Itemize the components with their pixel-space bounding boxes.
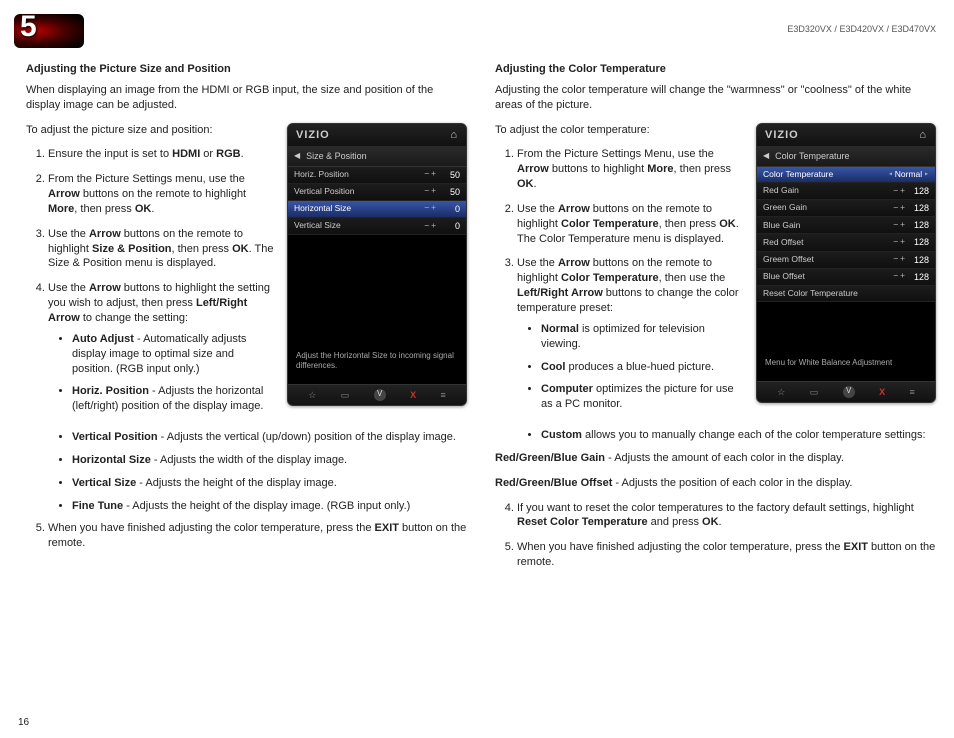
right-column: Adjusting the Color Temperature Adjustin… (495, 62, 936, 580)
left-column: Adjusting the Picture Size and Position … (26, 62, 467, 580)
right-lead: To adjust the color temperature: (495, 123, 746, 138)
osd2-row-reset: Reset Color Temperature (757, 286, 935, 302)
right-sub-gain: Red/Green/Blue Gain - Adjusts the amount… (495, 451, 936, 466)
plus-icon: + (431, 169, 436, 180)
right-bullet-computer: Computer optimizes the picture for use a… (541, 382, 746, 412)
chapter-badge: 5 (14, 14, 84, 48)
osd1-brand-bar: VIZIO ⌂ (288, 124, 466, 148)
osd1-row-horizontal-size: Horizontal Size −+0 (288, 201, 466, 218)
right-bullet-normal: Normal is optimized for television viewi… (541, 322, 746, 352)
page-number: 16 (18, 717, 29, 728)
osd2-row-blue-offset: Blue Offset−+128 (757, 269, 935, 286)
right-steps: From the Picture Settings Menu, use the … (495, 147, 746, 412)
osd1-footer: ☆ ▭ V X ≡ (288, 384, 466, 405)
left-heading: Adjusting the Picture Size and Position (26, 62, 467, 77)
left-bullet-vertical-size: Vertical Size - Adjusts the height of th… (72, 476, 467, 491)
right-sub-offset: Red/Green/Blue Offset - Adjusts the posi… (495, 476, 936, 491)
left-step-5: When you have finished adjusting the col… (48, 521, 467, 551)
left-bullets-rest: Vertical Position - Adjusts the vertical… (26, 430, 467, 513)
left-step-3: Use the Arrow buttons on the remote to h… (48, 227, 277, 272)
left-bullets-top: Auto Adjust - Automatically adjusts disp… (48, 332, 277, 414)
v-button-icon: V (374, 389, 386, 401)
right-bullet-cool: Cool produces a blue-hued picture. (541, 360, 746, 375)
back-arrow-icon: ◀ (763, 151, 769, 162)
left-steps: Ensure the input is set to HDMI or RGB. … (26, 147, 277, 414)
osd2-help: Menu for White Balance Adjustment (757, 352, 935, 380)
left-bullet-horiz-position: Horiz. Position - Adjusts the horizontal… (72, 384, 277, 414)
right-intro: Adjusting the color temperature will cha… (495, 83, 936, 113)
minus-icon: − (424, 221, 429, 232)
star-icon: ☆ (777, 386, 785, 398)
home-icon: ⌂ (919, 128, 927, 143)
left-bullet-vertical-position: Vertical Position - Adjusts the vertical… (72, 430, 467, 445)
osd2-row-color-temperature: Color Temperature ◂Normal▸ (757, 167, 935, 183)
right-step-2: Use the Arrow buttons on the remote to h… (517, 202, 746, 247)
home-icon: ⌂ (450, 128, 458, 143)
right-steps-cont: If you want to reset the color temperatu… (495, 501, 936, 570)
right-arrow-icon: ▸ (924, 169, 929, 180)
osd2-footer: ☆ ▭ V X ≡ (757, 381, 935, 402)
osd2-row-red-gain: Red Gain−+128 (757, 183, 935, 200)
right-step-4: If you want to reset the color temperatu… (517, 501, 936, 531)
osd2-title: Color Temperature (775, 150, 849, 162)
osd2-row-red-offset: Red Offset−+128 (757, 234, 935, 251)
left-step-4: Use the Arrow buttons to highlight the s… (48, 281, 277, 414)
minus-icon: − (424, 169, 429, 180)
picture-icon: ▭ (341, 389, 350, 401)
osd2-title-row: ◀ Color Temperature (757, 147, 935, 166)
close-icon: X (410, 389, 416, 401)
menu-icon: ≡ (441, 389, 446, 401)
right-bullet-custom: Custom allows you to manually change eac… (541, 428, 936, 443)
star-icon: ☆ (308, 389, 316, 401)
osd1-row-vertical-position: Vertical Position −+50 (288, 184, 466, 201)
menu-icon: ≡ (910, 386, 915, 398)
minus-icon: − (424, 186, 429, 197)
osd1-row-vertical-size: Vertical Size −+0 (288, 218, 466, 235)
right-bullets-rest: Custom allows you to manually change eac… (495, 428, 936, 443)
page-header: 5 E3D320VX / E3D420VX / E3D470VX (0, 0, 954, 50)
v-button-icon: V (843, 386, 855, 398)
osd-color-temperature: VIZIO ⌂ ◀ Color Temperature Color Temper… (756, 123, 936, 403)
right-heading: Adjusting the Color Temperature (495, 62, 936, 77)
right-step-5: When you have finished adjusting the col… (517, 540, 936, 570)
right-bullets-top: Normal is optimized for television viewi… (517, 322, 746, 412)
left-bullet-auto-adjust: Auto Adjust - Automatically adjusts disp… (72, 332, 277, 377)
osd1-title-row: ◀ Size & Position (288, 147, 466, 166)
plus-icon: + (431, 203, 436, 214)
osd2-row-green-gain: Green Gain−+128 (757, 200, 935, 217)
osd2-row-greem-offset: Greem Offset−+128 (757, 252, 935, 269)
osd-size-position: VIZIO ⌂ ◀ Size & Position Horiz. Positio… (287, 123, 467, 406)
left-lead: To adjust the picture size and position: (26, 123, 277, 138)
left-bullet-fine-tune: Fine Tune - Adjusts the height of the di… (72, 499, 467, 514)
osd1-help: Adjust the Horizontal Size to incoming s… (288, 345, 466, 384)
osd1-blank (288, 235, 466, 345)
osd2-brand-bar: VIZIO ⌂ (757, 124, 935, 148)
left-steps-cont: When you have finished adjusting the col… (26, 521, 467, 551)
picture-icon: ▭ (810, 386, 819, 398)
osd1-row-horiz-position: Horiz. Position −+50 (288, 167, 466, 184)
right-step-1: From the Picture Settings Menu, use the … (517, 147, 746, 192)
osd1-title: Size & Position (306, 150, 367, 162)
plus-icon: + (431, 186, 436, 197)
left-bullet-horizontal-size: Horizontal Size - Adjusts the width of t… (72, 453, 467, 468)
left-arrow-icon: ◂ (888, 169, 893, 180)
osd2-blank (757, 302, 935, 352)
left-step-1: Ensure the input is set to HDMI or RGB. (48, 147, 277, 162)
back-arrow-icon: ◀ (294, 151, 300, 162)
plus-icon: + (431, 221, 436, 232)
left-step-2: From the Picture Settings menu, use the … (48, 172, 277, 217)
osd2-row-blue-gain: Blue Gain−+128 (757, 217, 935, 234)
left-intro: When displaying an image from the HDMI o… (26, 83, 467, 113)
osd2-brand: VIZIO (765, 128, 799, 143)
minus-icon: − (424, 203, 429, 214)
right-step-3: Use the Arrow buttons on the remote to h… (517, 256, 746, 412)
osd1-brand: VIZIO (296, 128, 330, 143)
model-numbers: E3D320VX / E3D420VX / E3D470VX (787, 24, 936, 34)
close-icon: X (879, 386, 885, 398)
chapter-number: 5 (20, 10, 37, 44)
